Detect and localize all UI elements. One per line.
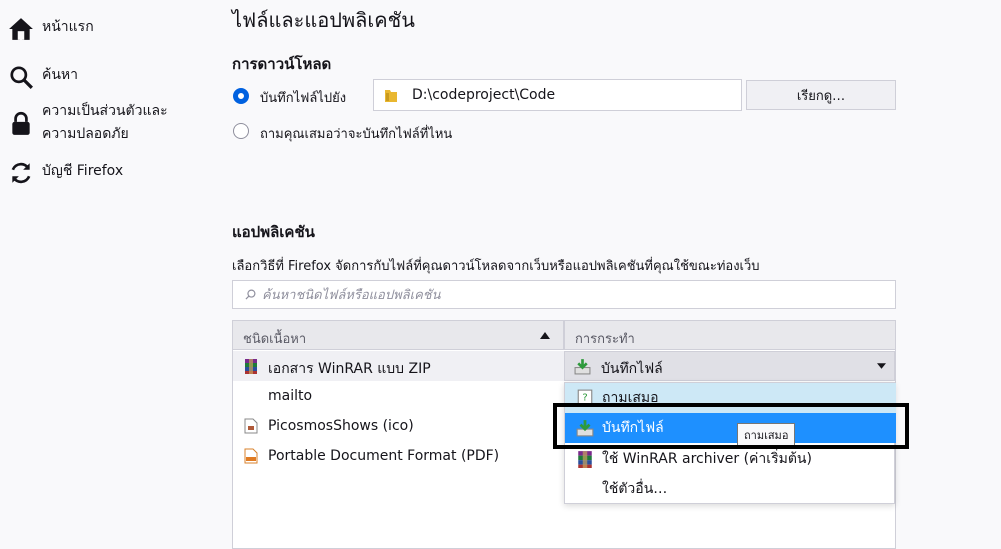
search-applications-input[interactable]: ค้นหาชนิดไฟล์หรือแอปพลิเคชัน [232, 280, 896, 309]
search-icon [245, 289, 256, 300]
browse-button[interactable]: เรียกดู… [746, 80, 896, 110]
svg-text:?: ? [582, 392, 587, 403]
sort-ascending-icon [540, 332, 550, 339]
download-folder-field[interactable]: D:\codeproject\Code [373, 79, 742, 111]
page-title: ไฟล์และแอปพลิเคชัน [232, 8, 415, 32]
sidebar-item-home[interactable]: หน้าแรก [8, 16, 94, 42]
action-dropdown[interactable]: บันทึกไฟล์ [564, 351, 895, 381]
applications-heading: แอปพลิเคชัน [232, 223, 315, 241]
column-header-content-type[interactable]: ชนิดเนื้อหา [232, 320, 564, 350]
file-icon [244, 418, 258, 434]
download-folder-path: D:\codeproject\Code [412, 87, 556, 103]
always-ask-radio[interactable] [233, 123, 249, 139]
save-to-radio[interactable] [233, 88, 249, 104]
content-type-label: Portable Document Format (PDF) [268, 448, 500, 464]
home-icon [9, 18, 33, 40]
chevron-down-icon [877, 363, 886, 369]
column-header-label: การกระทำ [575, 332, 635, 347]
sidebar-item-search[interactable]: ค้นหา [8, 64, 78, 90]
applications-description: เลือกวิธีที่ Firefox จัดการกับไฟล์ที่คุณ… [232, 259, 760, 274]
content-type-label: mailto [268, 388, 313, 404]
lock-icon [12, 111, 30, 135]
sidebar-item-firefox-account[interactable]: บัญชี Firefox [8, 160, 123, 186]
folder-icon [385, 90, 397, 102]
search-placeholder: ค้นหาชนิดไฟล์หรือแอปพลิเคชัน [262, 288, 441, 303]
sidebar-item-label: หน้าแรก [42, 19, 94, 35]
column-header-label: ชนิดเนื้อหา [243, 332, 307, 347]
sidebar-item-label: ค้นหา [42, 67, 79, 83]
annotation-highlight-box [553, 403, 909, 449]
menu-item-label: ใช้ตัวอื่น… [602, 481, 668, 497]
sidebar-item-label: ความปลอดภัย [42, 126, 129, 142]
search-icon [10, 66, 33, 89]
sidebar-item-label: ความเป็นส่วนตัวและ [42, 103, 168, 119]
content-type-label: เอกสาร WinRAR แบบ ZIP [268, 361, 431, 377]
winrar-icon [245, 359, 257, 374]
menu-item-use-other[interactable]: ใช้ตัวอื่น… [565, 474, 896, 504]
pdf-icon [244, 448, 258, 464]
save-to-label: บันทึกไฟล์ไปยัง [260, 91, 347, 106]
sync-icon [11, 162, 31, 184]
content-type-label: PicosmosShows (ico) [268, 418, 414, 434]
sidebar-item-privacy[interactable]: ความเป็นส่วนตัวและ ความปลอดภัย [8, 100, 168, 146]
action-dropdown-value: บันทึกไฟล์ [601, 361, 663, 377]
always-ask-label: ถามคุณเสมอว่าจะบันทึกไฟล์ที่ไหน [260, 127, 453, 142]
save-file-icon [574, 359, 591, 375]
column-header-action[interactable]: การกระทำ [564, 320, 896, 350]
menu-item-label: ใช้ WinRAR archiver (ค่าเริ่มต้น) [602, 451, 812, 467]
downloads-heading: การดาวน์โหลด [232, 55, 332, 73]
sidebar-item-label: บัญชี Firefox [42, 163, 124, 179]
winrar-icon [578, 451, 592, 468]
